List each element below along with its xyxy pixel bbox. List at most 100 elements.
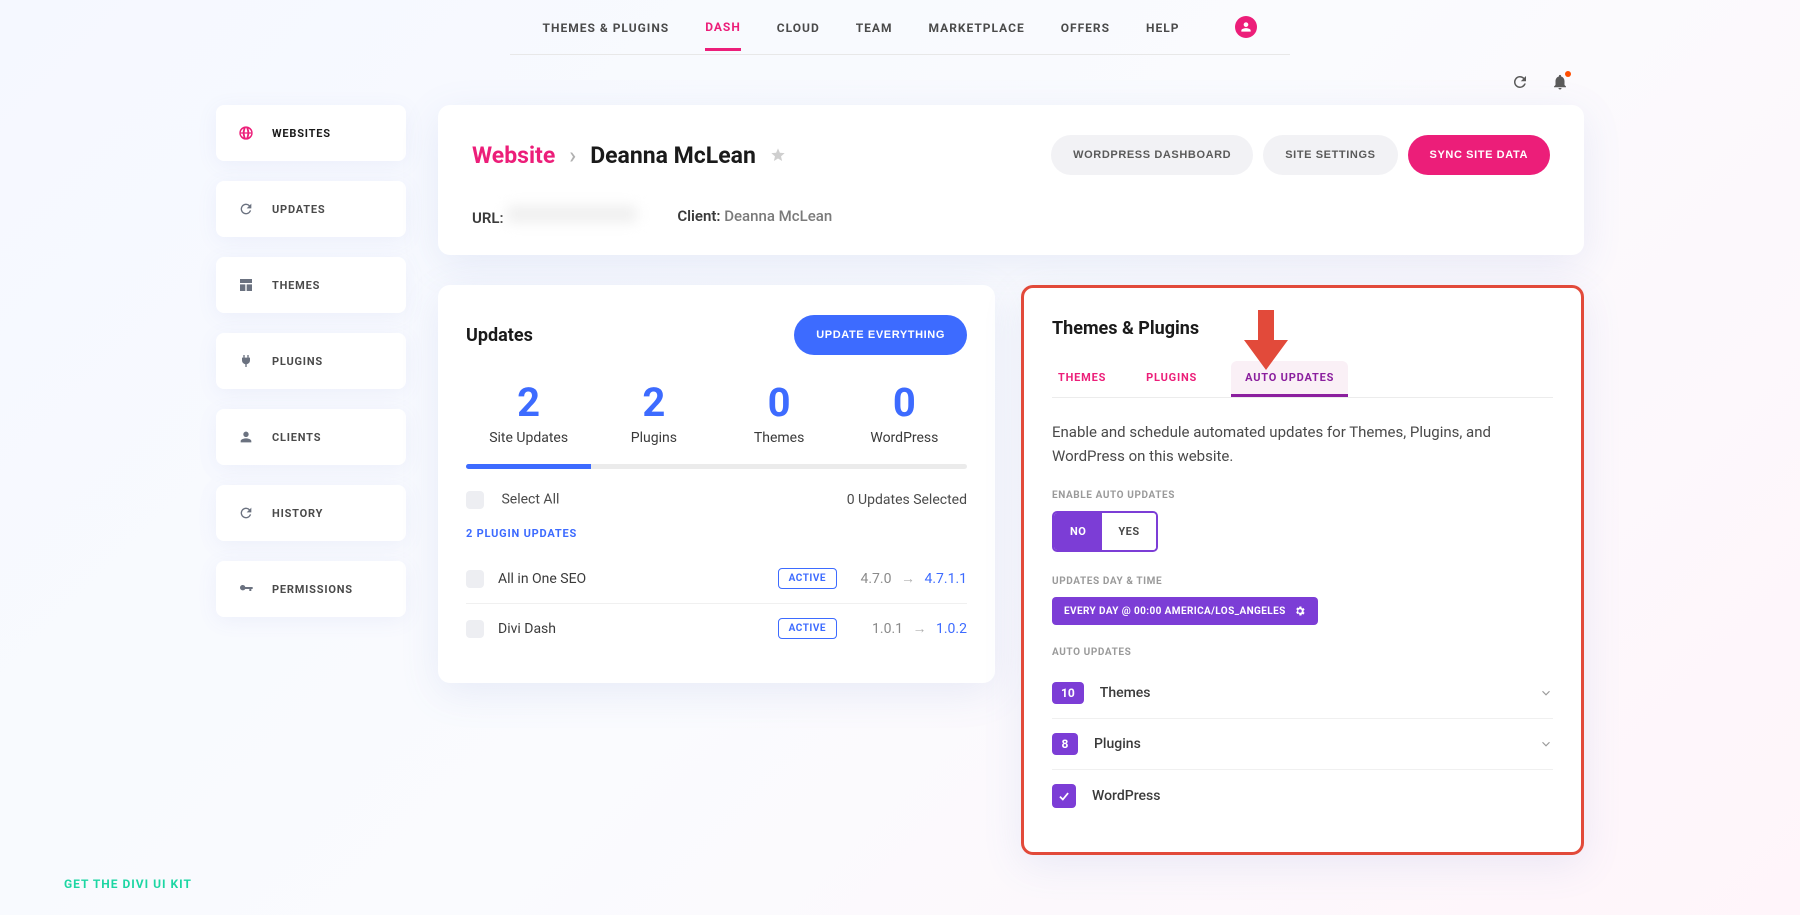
- update-everything-button[interactable]: UPDATE EVERYTHING: [794, 315, 967, 355]
- sidebar: WEBSITES UPDATES THEMES PLUGINS CLIENTS …: [216, 105, 406, 855]
- plugin-row: All in One SEO ACTIVE 4.7.0 → 4.7.1.1: [466, 554, 967, 604]
- stat-plugins: 2 Plugins: [591, 379, 716, 446]
- auto-row-label: Themes: [1100, 685, 1539, 701]
- themes-plugins-title: Themes & Plugins: [1052, 318, 1553, 339]
- nav-cloud[interactable]: CLOUD: [777, 21, 820, 49]
- updates-title: Updates: [466, 325, 533, 346]
- url-value-masked: [507, 205, 637, 223]
- arrow-icon: →: [913, 621, 927, 637]
- sync-site-data-button[interactable]: SYNC SITE DATA: [1408, 135, 1550, 175]
- chevron-down-icon: [1539, 737, 1553, 751]
- header-actions: WORDPRESS DASHBOARD SITE SETTINGS SYNC S…: [1051, 135, 1550, 175]
- site-settings-button[interactable]: SITE SETTINGS: [1263, 135, 1397, 175]
- refresh-icon: [238, 505, 254, 521]
- sidebar-item-themes[interactable]: THEMES: [216, 257, 406, 313]
- plugin-checkbox[interactable]: [466, 620, 484, 638]
- version-from: 4.7.0: [860, 571, 891, 587]
- wordpress-dashboard-button[interactable]: WORDPRESS DASHBOARD: [1051, 135, 1253, 175]
- progress-fill: [466, 464, 591, 469]
- stat-themes: 0 Themes: [717, 379, 842, 446]
- status-badge: ACTIVE: [778, 568, 837, 589]
- plugin-checkbox[interactable]: [466, 570, 484, 588]
- auto-row-wordpress[interactable]: WordPress: [1052, 770, 1553, 822]
- tab-plugins[interactable]: PLUGINS: [1140, 361, 1203, 397]
- schedule-text: EVERY DAY @ 00:00 AMERICA/LOS_ANGELES: [1064, 606, 1286, 617]
- gear-icon: [1294, 605, 1306, 617]
- select-all-label: Select All: [501, 492, 559, 508]
- main-content: Website › Deanna McLean WORDPRESS DASHBO…: [438, 105, 1584, 855]
- breadcrumb: Website › Deanna McLean: [472, 142, 786, 169]
- enable-toggle[interactable]: NO YES: [1052, 511, 1158, 552]
- sidebar-item-clients[interactable]: CLIENTS: [216, 409, 406, 465]
- key-icon: [238, 581, 254, 597]
- callout-arrow-icon: [1244, 310, 1288, 370]
- website-header-card: Website › Deanna McLean WORDPRESS DASHBO…: [438, 105, 1584, 255]
- stat-number: 0: [717, 379, 842, 426]
- select-all-row[interactable]: Select All: [466, 491, 559, 509]
- plugin-name: Divi Dash: [498, 621, 778, 637]
- stat-label: WordPress: [842, 430, 967, 446]
- plugin-updates-section-label: 2 PLUGIN UPDATES: [466, 527, 967, 540]
- sidebar-item-updates[interactable]: UPDATES: [216, 181, 406, 237]
- status-badge: ACTIVE: [778, 618, 837, 639]
- nav-help[interactable]: HELP: [1146, 21, 1179, 49]
- sidebar-item-history[interactable]: HISTORY: [216, 485, 406, 541]
- favorite-star-icon[interactable]: [770, 147, 786, 163]
- version-to[interactable]: 1.0.2: [936, 621, 967, 637]
- auto-row-plugins[interactable]: 8 Plugins: [1052, 719, 1553, 770]
- sidebar-item-label: WEBSITES: [272, 127, 331, 140]
- stat-number: 2: [591, 379, 716, 426]
- plug-icon: [238, 353, 254, 369]
- sidebar-item-websites[interactable]: WEBSITES: [216, 105, 406, 161]
- top-nav: THEMES & PLUGINS DASH CLOUD TEAM MARKETP…: [510, 0, 1290, 55]
- updates-selected-count: 0 Updates Selected: [847, 492, 967, 508]
- top-nav-items: THEMES & PLUGINS DASH CLOUD TEAM MARKETP…: [543, 16, 1258, 38]
- user-icon: [238, 429, 254, 445]
- check-badge: [1052, 784, 1076, 808]
- auto-updates-card: Themes & Plugins THEMES PLUGINS AUTO UPD…: [1021, 285, 1584, 855]
- utility-icons: [215, 73, 1585, 95]
- notification-dot: [1565, 71, 1571, 77]
- schedule-pill[interactable]: EVERY DAY @ 00:00 AMERICA/LOS_ANGELES: [1052, 597, 1318, 625]
- auto-updates-description: Enable and schedule automated updates fo…: [1052, 420, 1553, 468]
- schedule-label: UPDATES DAY & TIME: [1052, 576, 1553, 587]
- stat-label: Site Updates: [466, 430, 591, 446]
- auto-updates-section-label: AUTO UPDATES: [1052, 647, 1553, 658]
- arrow-icon: →: [901, 571, 915, 587]
- updates-card: Updates UPDATE EVERYTHING 2 Site Updates…: [438, 285, 995, 683]
- stat-number: 0: [842, 379, 967, 426]
- progress-bar: [466, 464, 967, 469]
- sidebar-item-label: HISTORY: [272, 507, 323, 520]
- stat-site-updates: 2 Site Updates: [466, 379, 591, 446]
- sidebar-item-label: PERMISSIONS: [272, 583, 353, 596]
- avatar-icon[interactable]: [1235, 16, 1257, 38]
- stat-wordpress: 0 WordPress: [842, 379, 967, 446]
- nav-dash[interactable]: DASH: [705, 20, 741, 51]
- client-label: Client:: [677, 207, 720, 225]
- sidebar-item-plugins[interactable]: PLUGINS: [216, 333, 406, 389]
- count-badge: 10: [1052, 682, 1084, 704]
- breadcrumb-separator: ›: [569, 142, 576, 169]
- nav-team[interactable]: TEAM: [856, 21, 893, 49]
- update-stats: 2 Site Updates 2 Plugins 0 Themes 0 Word…: [466, 379, 967, 446]
- tabs: THEMES PLUGINS AUTO UPDATES: [1052, 361, 1553, 398]
- version-to[interactable]: 4.7.1.1: [924, 571, 967, 587]
- auto-row-themes[interactable]: 10 Themes: [1052, 668, 1553, 719]
- nav-themes-plugins[interactable]: THEMES & PLUGINS: [543, 21, 670, 49]
- header-meta: URL: Client: Deanna McLean: [472, 205, 1550, 227]
- refresh-icon[interactable]: [1511, 73, 1529, 91]
- toggle-yes[interactable]: YES: [1102, 513, 1155, 550]
- auto-row-label: Plugins: [1094, 736, 1539, 752]
- count-badge: 8: [1052, 733, 1078, 755]
- stat-label: Plugins: [591, 430, 716, 446]
- stat-label: Themes: [717, 430, 842, 446]
- tab-themes[interactable]: THEMES: [1052, 361, 1112, 397]
- breadcrumb-root[interactable]: Website: [472, 142, 555, 169]
- check-icon: [1057, 789, 1071, 803]
- get-divi-ui-kit-link[interactable]: GET THE DIVI UI KIT: [64, 877, 192, 891]
- nav-offers[interactable]: OFFERS: [1061, 21, 1110, 49]
- select-all-checkbox[interactable]: [466, 491, 484, 509]
- nav-marketplace[interactable]: MARKETPLACE: [929, 21, 1025, 49]
- toggle-no[interactable]: NO: [1054, 513, 1102, 550]
- sidebar-item-permissions[interactable]: PERMISSIONS: [216, 561, 406, 617]
